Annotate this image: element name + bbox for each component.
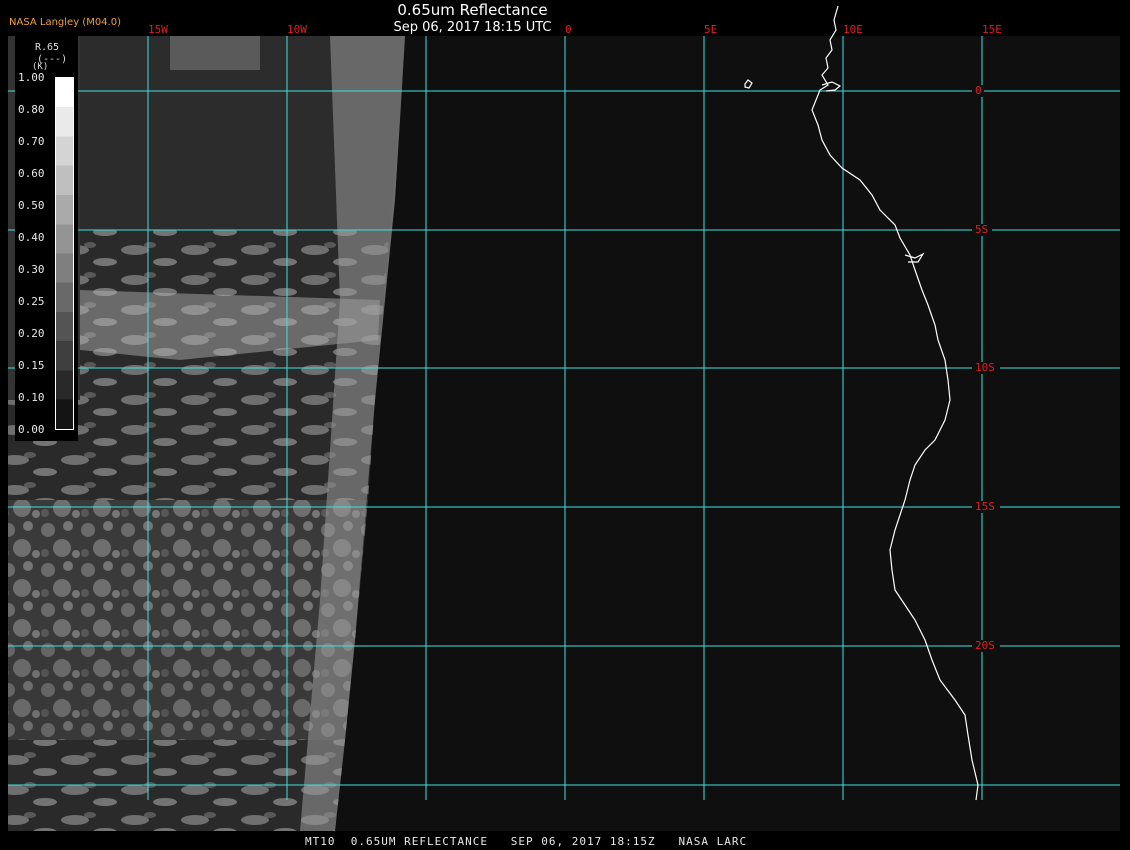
legend-tick-label: 0.20 <box>18 327 45 340</box>
longitude-label: 15E <box>982 23 1002 36</box>
legend-tick-label: 0.70 <box>18 135 45 148</box>
legend-tick-label: 0.25 <box>18 295 45 308</box>
legend-tick-label: 0.15 <box>18 359 45 372</box>
latitude-label: 20S <box>975 639 995 652</box>
satellite-map[interactable]: 15W 10W 0 5E 10E 15E 0 5S 10S 15S 20S <box>0 0 1130 850</box>
legend-caption: R.65 <box>35 42 60 53</box>
longitude-label: 10E <box>843 23 863 36</box>
legend-tick-label: 0.00 <box>18 423 45 436</box>
longitude-label: 5E <box>704 23 717 36</box>
legend-tick-label: 0.40 <box>18 231 45 244</box>
latitude-label: 0 <box>975 84 982 97</box>
longitude-label: 15W <box>148 23 168 36</box>
legend-tick-label: 0.80 <box>18 103 45 116</box>
latitude-label: 10S <box>975 361 995 374</box>
legend-tick-label: 0.10 <box>18 391 45 404</box>
latitude-label: 15S <box>975 500 995 513</box>
colorbar-legend: R.65 (---) (K) 1.00 0.80 0.70 0.60 0.50 0.40 0… <box>15 36 78 441</box>
longitude-label: 10W <box>287 23 307 36</box>
legend-tick-label: 1.00 <box>18 71 45 84</box>
longitude-label: 0 <box>565 23 572 36</box>
latitude-label: 5S <box>975 223 988 236</box>
footer-caption: MT10 0.65UM REFLECTANCE SEP 06, 2017 18:… <box>305 835 748 848</box>
legend-tick-label: 0.50 <box>18 199 45 212</box>
legend-tick-label: 0.60 <box>18 167 45 180</box>
legend-colorbar <box>55 77 74 430</box>
legend-tick-label: 0.30 <box>18 263 45 276</box>
